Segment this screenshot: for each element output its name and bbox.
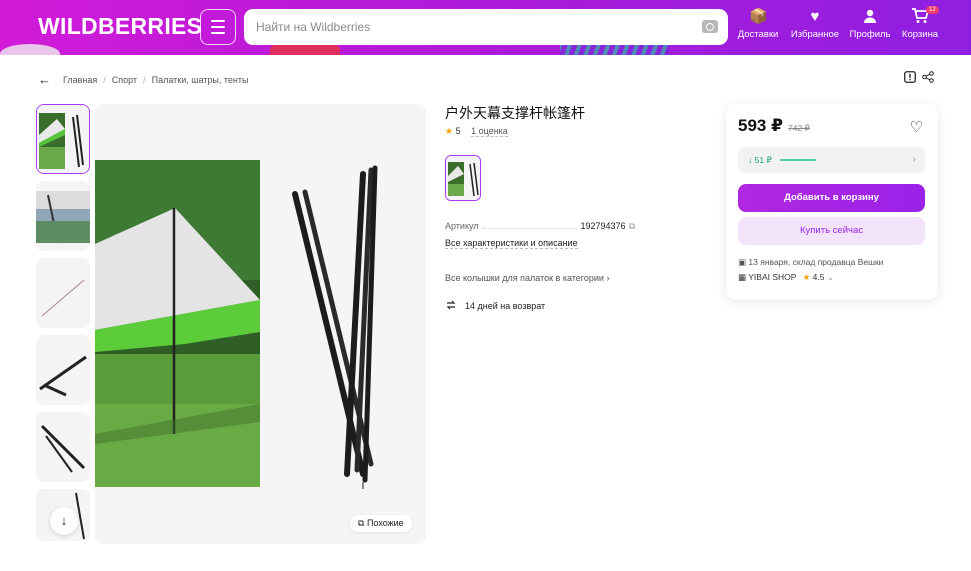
- return-policy: 14 дней на возврат: [445, 299, 545, 313]
- logo[interactable]: WILDBERRIES: [38, 13, 202, 40]
- similar-label: Похожие: [366, 518, 404, 528]
- product-rating: ★ 5 1 оценка: [445, 126, 508, 137]
- reviews-link[interactable]: 1 оценка: [471, 126, 508, 137]
- profile-icon: [861, 8, 879, 26]
- similar-button[interactable]: ⧉ Похожие: [350, 515, 412, 532]
- delivery-info: ▣ 13 января, склад продавца Вешки: [738, 257, 883, 268]
- breadcrumb-item[interactable]: Палатки, шатры, тенты: [152, 75, 249, 85]
- nav-label: Профиль: [849, 29, 891, 40]
- breadcrumb: ← Главная / Спорт / Палатки, шатры, тент…: [38, 72, 248, 87]
- nav-label: Корзина: [901, 29, 939, 40]
- chevron-down-icon: ⌄: [826, 272, 834, 282]
- category-link-label: Все колышки для палаток в категории: [445, 273, 604, 283]
- nav-label: Доставки: [737, 29, 779, 40]
- article-value[interactable]: 192794376: [581, 221, 626, 232]
- thumbnail[interactable]: [36, 104, 90, 174]
- thumbnail[interactable]: [36, 335, 90, 405]
- delivery-text: 13 января, склад продавца Вешки: [748, 257, 884, 267]
- header-decoration: [0, 44, 60, 55]
- delivery-icon: 📦: [749, 8, 768, 25]
- shop-icon: ▦: [738, 272, 749, 282]
- box-icon: ▣: [738, 257, 749, 267]
- thumbnail[interactable]: [36, 181, 90, 251]
- copy-icon[interactable]: ⧉: [629, 221, 635, 232]
- thumbnail[interactable]: [36, 258, 90, 328]
- cart-badge: 12: [926, 6, 939, 14]
- product-photo-scene: [95, 160, 260, 487]
- shop-rating: 4.5: [812, 272, 825, 282]
- article-label: Артикул: [445, 221, 479, 231]
- heart-icon: ♥: [810, 8, 820, 25]
- nav-favorites[interactable]: ♥ Избранное: [785, 8, 845, 40]
- category-link[interactable]: Все колышки для палаток в категории ›: [445, 273, 609, 283]
- arrow-down-icon: ↓: [60, 513, 68, 528]
- all-characteristics-link[interactable]: Все характеристики и описание: [445, 238, 578, 249]
- search-bar: [244, 9, 728, 45]
- thumbnail[interactable]: [36, 412, 90, 482]
- current-price: 593 ₽: [738, 116, 783, 135]
- product-title: 户外天幕支撑杆帐篷杆: [445, 105, 585, 121]
- star-icon: ★: [445, 126, 454, 136]
- share-icon[interactable]: [922, 71, 934, 86]
- price-card: 593 ₽ 742 ₽ ♡ ↓ 51 ₽ › Добавить в корзин…: [726, 104, 938, 300]
- buy-now-button[interactable]: Купить сейчас: [738, 217, 925, 245]
- back-arrow-icon[interactable]: ←: [38, 72, 51, 87]
- breadcrumb-separator: /: [143, 74, 146, 85]
- favorite-heart-icon[interactable]: ♡: [910, 118, 923, 136]
- top-actions: [904, 71, 934, 86]
- thumbnail-list: [36, 104, 92, 548]
- nav-label: Избранное: [790, 29, 840, 40]
- old-price: 742 ₽: [788, 123, 810, 133]
- breadcrumb-item[interactable]: Спорт: [112, 75, 137, 85]
- nav-deliveries[interactable]: 📦 Доставки: [728, 8, 788, 40]
- chevron-right-icon: ›: [606, 273, 610, 283]
- return-label: 14 дней на возврат: [465, 301, 546, 311]
- discount-graph: [780, 159, 816, 161]
- breadcrumb-item[interactable]: Главная: [63, 75, 97, 85]
- star-icon: ★: [802, 272, 811, 282]
- return-icon: [445, 299, 457, 313]
- report-icon[interactable]: [904, 71, 916, 86]
- shop-info[interactable]: ▦ YIBAI SHOP ★ 4.5 ⌄: [738, 272, 834, 283]
- menu-icon: [211, 20, 225, 22]
- nav-cart[interactable]: 12 Корзина: [890, 6, 950, 40]
- main-product-image[interactable]: [95, 104, 426, 544]
- article-row: Артикул 192794376 ⧉: [445, 221, 635, 232]
- discount-bar[interactable]: ↓ 51 ₽ ›: [738, 147, 925, 173]
- rating-value: 5: [455, 126, 461, 136]
- search-input[interactable]: [244, 9, 664, 45]
- discount-value: ↓ 51 ₽: [748, 155, 772, 165]
- menu-button[interactable]: [200, 9, 236, 45]
- breadcrumb-separator: /: [103, 74, 106, 85]
- shop-name: YIBAI SHOP: [748, 272, 797, 282]
- scroll-down-button[interactable]: ↓: [50, 507, 78, 535]
- similar-search-icon: ⧉: [358, 518, 365, 528]
- chevron-right-icon: ›: [912, 154, 916, 165]
- color-variant[interactable]: [445, 155, 481, 201]
- add-to-cart-button[interactable]: Добавить в корзину: [738, 184, 925, 212]
- camera-icon[interactable]: [702, 20, 718, 33]
- header: WILDBERRIES 📦 Доставки ♥ Избранное Профи…: [0, 0, 971, 55]
